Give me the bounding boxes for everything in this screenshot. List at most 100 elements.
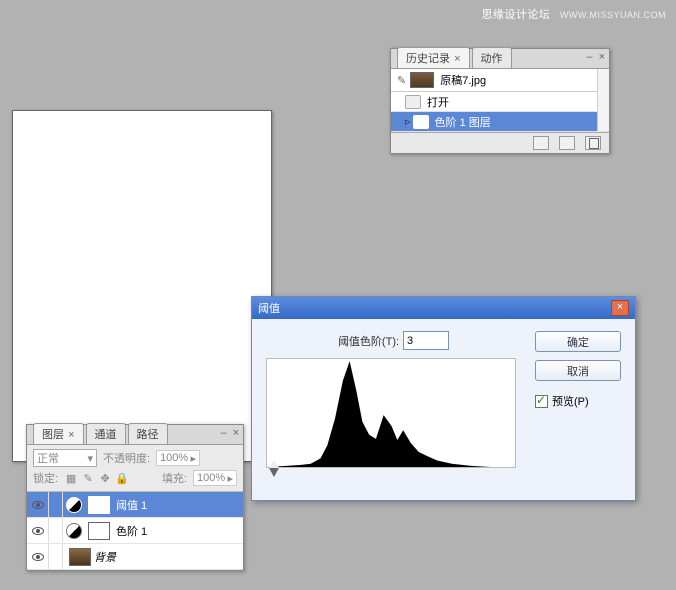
layer-row-background[interactable]: 背景 — [27, 544, 243, 570]
link-box[interactable] — [49, 544, 63, 569]
preview-checkbox[interactable] — [535, 395, 548, 408]
opacity-field[interactable]: 100% ▸ — [156, 450, 200, 466]
cancel-button[interactable]: 取消 — [535, 360, 621, 381]
panel-minimize-icon[interactable]: – — [586, 51, 592, 63]
histogram — [266, 358, 516, 468]
tab-paths-label: 路径 — [137, 429, 159, 441]
open-icon — [405, 95, 421, 109]
panel-close-icon[interactable]: × — [599, 51, 605, 63]
tab-close-icon[interactable]: × — [68, 429, 74, 441]
history-document-row[interactable]: ✎ 原稿7.jpg — [391, 69, 609, 92]
history-scrollbar[interactable] — [597, 69, 609, 131]
layer-name: 色阶 1 — [116, 523, 243, 539]
watermark: 思缘设计论坛 WWW.MISSYUAN.COM — [481, 6, 666, 22]
tab-actions-label: 动作 — [481, 53, 503, 65]
tab-history[interactable]: 历史记录 × — [397, 47, 470, 68]
tab-channels-label: 通道 — [95, 429, 117, 441]
layer-controls: 正常 ▾ 不透明度: 100% ▸ 锁定: ▦ ✎ ✥ 🔒 填充: 100% ▸ — [27, 445, 243, 492]
layers-panel-tabs: 图层 × 通道 路径 – × — [27, 425, 243, 445]
eye-icon — [32, 501, 44, 509]
dialog-left: 阈值色阶(T): — [266, 331, 521, 482]
lock-icons: ▦ ✎ ✥ 🔒 — [64, 471, 129, 485]
tab-history-label: 历史记录 — [406, 53, 450, 65]
preview-checkbox-row[interactable]: 预览(P) — [535, 393, 621, 409]
trash-icon[interactable] — [585, 136, 601, 150]
history-row-levels[interactable]: ▹ 色阶 1 图层 — [391, 112, 609, 132]
preview-label: 预览(P) — [552, 393, 589, 409]
eye-icon — [32, 553, 44, 561]
ok-button[interactable]: 确定 — [535, 331, 621, 352]
document-canvas[interactable] — [12, 110, 272, 462]
new-state-icon[interactable] — [559, 136, 575, 150]
tab-paths[interactable]: 路径 — [128, 423, 168, 444]
history-row-open[interactable]: 打开 — [391, 92, 609, 112]
mask-thumbnail[interactable] — [88, 496, 110, 514]
panel-controls: – × — [220, 427, 239, 439]
layer-row-levels[interactable]: 色阶 1 — [27, 518, 243, 544]
document-name: 原稿7.jpg — [440, 72, 486, 88]
layer-name: 背景 — [94, 549, 243, 565]
history-panel: 历史记录 × 动作 – × ✎ 原稿7.jpg 打开 ▹ 色阶 1 图层 — [390, 48, 610, 154]
levels-layer-icon — [413, 115, 429, 129]
history-footer — [391, 132, 609, 153]
visibility-toggle[interactable] — [27, 518, 49, 543]
layers-panel: 图层 × 通道 路径 – × 正常 ▾ 不透明度: 100% ▸ 锁定: — [26, 424, 244, 571]
dialog-right: 确定 取消 预览(P) — [535, 331, 621, 482]
tab-channels[interactable]: 通道 — [86, 423, 126, 444]
lock-label: 锁定: — [33, 470, 58, 486]
dialog-body: 阈值色阶(T): 确定 取消 预览(P) — [252, 319, 635, 500]
adjustment-icon — [66, 523, 82, 539]
chevron-down-icon: ▾ — [87, 452, 93, 465]
history-open-label: 打开 — [427, 94, 449, 110]
fill-label: 填充: — [162, 470, 187, 486]
lock-all-icon[interactable]: 🔒 — [115, 471, 129, 485]
chevron-right-icon: ▸ — [227, 472, 233, 485]
dialog-close-button[interactable]: × — [611, 300, 629, 316]
snapshot-icon[interactable] — [533, 136, 549, 150]
threshold-dialog: 阈值 × 阈值色阶(T): 确定 取消 预览(P) — [251, 296, 636, 501]
history-levels-label: 色阶 1 图层 — [435, 114, 491, 130]
layer-list: 阈值 1 色阶 1 背景 — [27, 492, 243, 570]
panel-controls: – × — [586, 51, 605, 63]
lock-paint-icon[interactable]: ✎ — [81, 471, 95, 485]
blend-mode-select[interactable]: 正常 ▾ — [33, 449, 97, 467]
panel-minimize-icon[interactable]: – — [220, 427, 226, 439]
blend-mode-value: 正常 — [37, 450, 59, 466]
panel-close-icon[interactable]: × — [233, 427, 239, 439]
tab-close-icon[interactable]: × — [454, 53, 460, 65]
tab-layers-label: 图层 — [42, 429, 64, 441]
threshold-slider-handle[interactable] — [269, 468, 279, 477]
histogram-svg — [267, 359, 515, 467]
watermark-sub: WWW.MISSYUAN.COM — [560, 10, 666, 20]
layer-thumbnail — [69, 548, 91, 566]
link-box[interactable] — [49, 518, 63, 543]
visibility-toggle[interactable] — [27, 544, 49, 569]
threshold-slider-track[interactable] — [266, 470, 521, 482]
tab-actions[interactable]: 动作 — [472, 47, 512, 68]
visibility-toggle[interactable] — [27, 492, 49, 517]
lock-move-icon[interactable]: ✥ — [98, 471, 112, 485]
dialog-title: 阈值 — [258, 300, 280, 316]
eye-icon — [32, 527, 44, 535]
lock-transparent-icon[interactable]: ▦ — [64, 471, 78, 485]
history-list: 打开 ▹ 色阶 1 图层 — [391, 92, 609, 132]
opacity-value: 100% — [160, 452, 188, 464]
watermark-main: 思缘设计论坛 — [481, 9, 550, 21]
link-box[interactable] — [49, 492, 63, 517]
opacity-label: 不透明度: — [103, 450, 150, 466]
layer-row-threshold[interactable]: 阈值 1 — [27, 492, 243, 518]
brush-icon: ✎ — [397, 74, 406, 87]
layer-name: 阈值 1 — [116, 497, 243, 513]
chevron-right-icon: ▸ — [191, 452, 197, 465]
fill-field[interactable]: 100% ▸ — [193, 470, 237, 486]
tab-layers[interactable]: 图层 × — [33, 423, 84, 444]
mask-thumbnail[interactable] — [88, 522, 110, 540]
fill-value: 100% — [197, 472, 225, 484]
history-current-marker-icon: ▹ — [405, 115, 411, 128]
dialog-titlebar[interactable]: 阈值 × — [252, 297, 635, 319]
threshold-level-row: 阈值色阶(T): — [266, 331, 521, 350]
threshold-level-input[interactable] — [403, 331, 449, 350]
history-panel-tabs: 历史记录 × 动作 – × — [391, 49, 609, 69]
threshold-level-label: 阈值色阶(T): — [338, 333, 399, 349]
adjustment-icon — [66, 497, 82, 513]
